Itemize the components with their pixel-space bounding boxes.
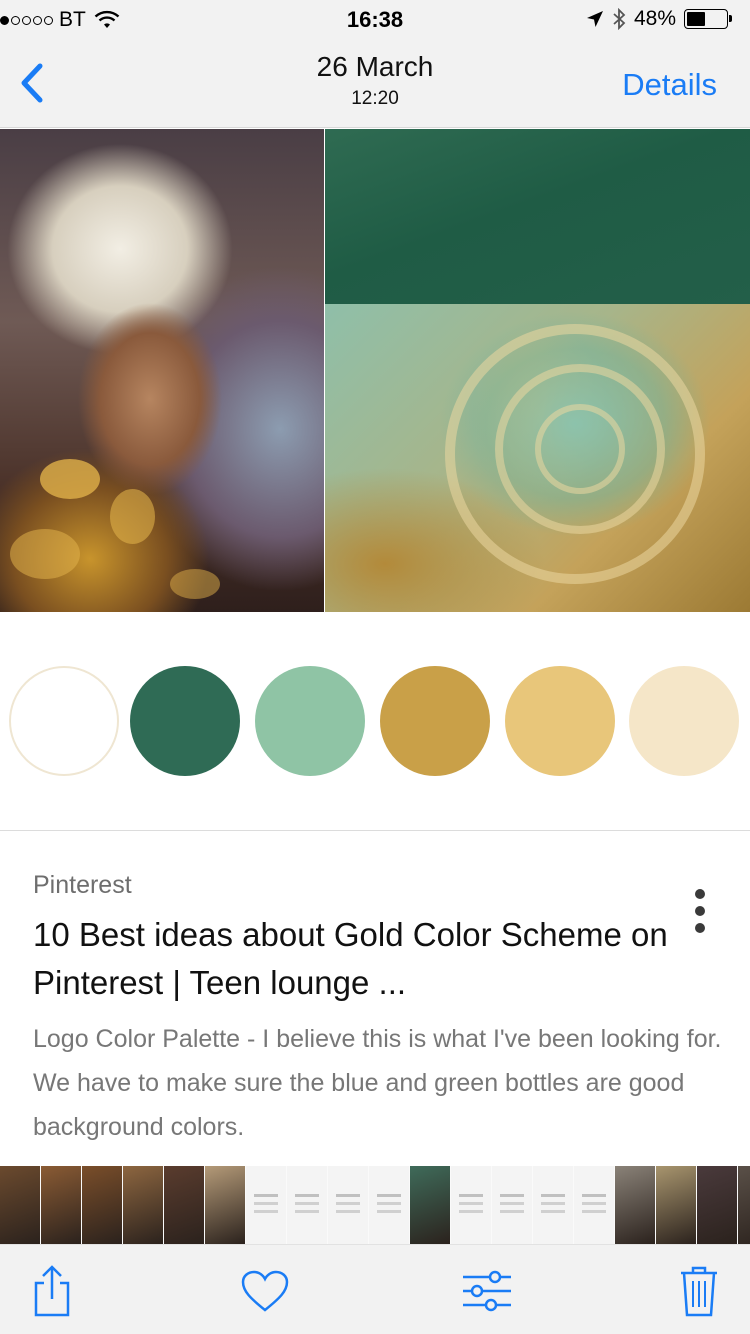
swatch-dark-green (130, 666, 240, 776)
edit-button[interactable] (459, 1263, 515, 1319)
thumbnail[interactable] (533, 1166, 573, 1244)
details-button[interactable]: Details (622, 67, 717, 103)
trash-icon (681, 1266, 717, 1317)
favorite-button[interactable] (237, 1263, 293, 1319)
card-description: Logo Color Palette - I believe this is w… (33, 1025, 722, 1141)
thumbnail[interactable] (123, 1166, 163, 1244)
photo-collage[interactable] (0, 129, 750, 612)
thumbnail[interactable] (369, 1166, 409, 1244)
thumbnail[interactable] (41, 1166, 81, 1244)
status-bar: BT 16:38 48% (0, 0, 750, 40)
share-button[interactable] (24, 1263, 80, 1319)
thumbnail[interactable] (410, 1166, 450, 1244)
heart-icon (241, 1270, 289, 1312)
adjust-icon (463, 1270, 511, 1312)
thumbnail[interactable] (574, 1166, 614, 1244)
thumbnail[interactable] (287, 1166, 327, 1244)
swatch-white (9, 666, 119, 776)
swatch-mustard (505, 666, 615, 776)
navigation-bar: 26 March 12:20 Details (0, 40, 750, 128)
share-icon (34, 1265, 70, 1317)
thumbnail-strip[interactable] (0, 1166, 750, 1244)
swatch-mint (255, 666, 365, 776)
delete-button[interactable] (671, 1263, 727, 1319)
thumbnail[interactable] (451, 1166, 491, 1244)
status-right: 48% (586, 7, 732, 31)
more-vertical-icon[interactable] (686, 889, 714, 933)
thumbnail[interactable] (656, 1166, 696, 1244)
thumbnail[interactable] (615, 1166, 655, 1244)
thumbnail[interactable] (82, 1166, 122, 1244)
portrait-photo (0, 129, 324, 612)
battery-icon (684, 9, 732, 29)
thumbnail[interactable] (492, 1166, 532, 1244)
thumbnail[interactable] (328, 1166, 368, 1244)
card-source: Pinterest (33, 871, 132, 899)
location-arrow-icon (586, 11, 603, 27)
thumbnail[interactable] (738, 1166, 750, 1244)
search-result-card[interactable]: Pinterest 10 Best ideas about Gold Color… (0, 830, 750, 1166)
bottom-toolbar (0, 1244, 750, 1334)
thumbnail[interactable] (697, 1166, 737, 1244)
thumbnail[interactable] (205, 1166, 245, 1244)
battery-percent: 48% (633, 7, 676, 30)
color-palette (0, 666, 750, 778)
teal-color-block (325, 129, 750, 304)
card-title[interactable]: 10 Best ideas about Gold Color Scheme on… (33, 911, 673, 1007)
thumbnail[interactable] (246, 1166, 286, 1244)
gold-teal-texture (325, 304, 750, 612)
swatch-cream (629, 666, 739, 776)
swatch-gold-glitter (380, 666, 490, 776)
bluetooth-icon (613, 8, 626, 30)
thumbnail[interactable] (164, 1166, 204, 1244)
thumbnail[interactable] (0, 1166, 40, 1244)
